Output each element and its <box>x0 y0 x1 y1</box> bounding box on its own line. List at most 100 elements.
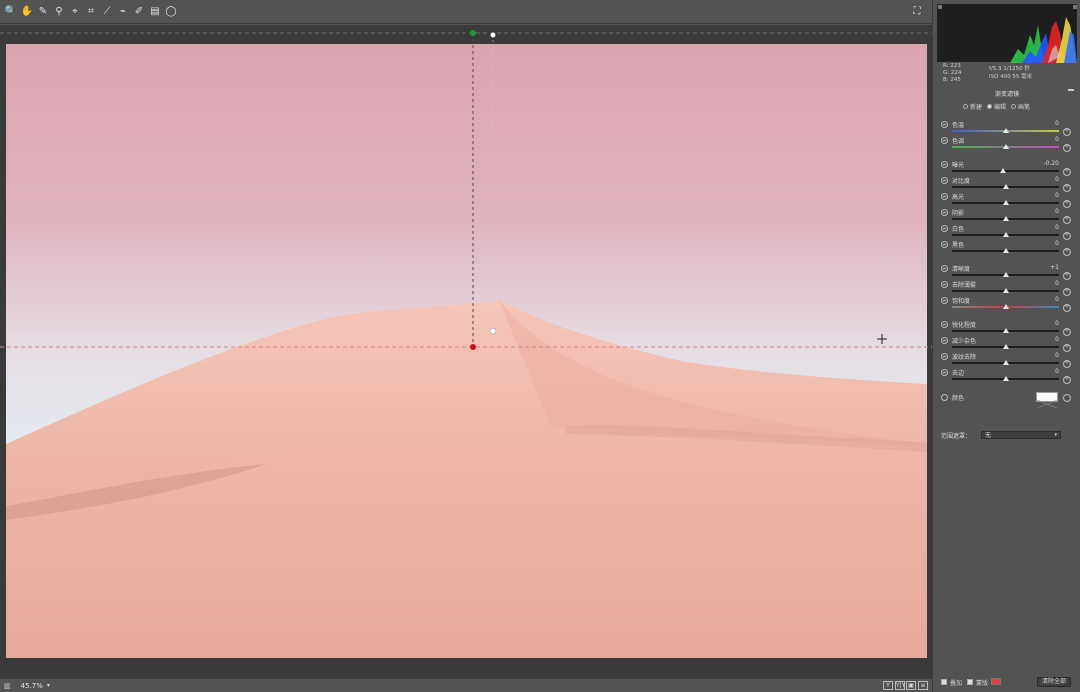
slider-value[interactable]: 0 <box>1029 136 1059 143</box>
slider-value[interactable]: 0 <box>1029 224 1059 231</box>
plus-circle-icon[interactable] <box>1063 286 1071 296</box>
shadow-clipping-icon[interactable] <box>938 5 942 9</box>
graduated-filter-icon[interactable]: ▤ <box>148 5 162 19</box>
minus-circle-icon[interactable] <box>941 241 948 248</box>
slider-thumb[interactable] <box>1002 232 1009 237</box>
hand-tool-icon[interactable]: ✋ <box>20 5 34 19</box>
preview-canvas[interactable] <box>0 25 932 678</box>
plus-circle-icon[interactable] <box>1063 230 1071 240</box>
minus-circle-icon[interactable] <box>941 265 948 272</box>
panel-menu-icon[interactable] <box>1068 89 1074 93</box>
adjustment-brush-icon[interactable]: ✐ <box>132 5 146 19</box>
radio-icon[interactable] <box>1011 104 1017 109</box>
minus-circle-icon[interactable] <box>941 337 948 344</box>
view-toggle-button[interactable]: Y <box>883 681 893 690</box>
slider-thumb[interactable] <box>1002 360 1009 365</box>
slider-value[interactable]: 0 <box>1029 296 1059 303</box>
mode-option-1[interactable]: 编辑 <box>987 102 1006 111</box>
crop-tool-icon[interactable]: ⌗ <box>84 5 98 19</box>
mode-option-0[interactable]: 新建 <box>963 102 982 111</box>
highlight-clipping-icon[interactable] <box>1073 5 1077 9</box>
slider-value[interactable]: 0 <box>1029 368 1059 375</box>
minus-circle-icon[interactable] <box>941 137 948 144</box>
minus-circle-icon[interactable] <box>941 209 948 216</box>
overlay-checkbox[interactable] <box>941 679 947 685</box>
plus-circle-icon[interactable] <box>1063 142 1071 152</box>
zoom-level[interactable]: 45.7% <box>21 682 43 690</box>
plus-circle-icon[interactable] <box>1063 182 1071 192</box>
slider-thumb[interactable] <box>1002 128 1009 133</box>
slider-thumb[interactable] <box>1002 328 1009 333</box>
slider-thumb[interactable] <box>1002 200 1009 205</box>
plus-circle-icon[interactable] <box>1063 166 1071 176</box>
slider-value[interactable]: 0 <box>1029 280 1059 287</box>
range-mask-select[interactable]: 无 ▾ <box>981 431 1061 439</box>
slider-value[interactable]: 0 <box>1029 336 1059 343</box>
slider-value[interactable]: 0 <box>1029 352 1059 359</box>
color-plus-icon[interactable] <box>1063 394 1071 402</box>
slider-thumb[interactable] <box>1002 272 1009 277</box>
slider-value[interactable]: 0 <box>1029 120 1059 127</box>
minus-circle-icon[interactable] <box>941 193 948 200</box>
slider-thumb[interactable] <box>1002 248 1009 253</box>
plus-circle-icon[interactable] <box>1063 374 1071 384</box>
slider-value[interactable]: 0 <box>1029 320 1059 327</box>
filter-rotate-handle-top[interactable] <box>490 32 496 38</box>
grid-view-icon[interactable]: ▥ <box>4 682 11 690</box>
slider-value[interactable]: -0.20 <box>1029 160 1059 167</box>
filter-end-pin[interactable] <box>470 344 476 350</box>
plus-circle-icon[interactable] <box>1063 270 1071 280</box>
fullscreen-icon[interactable]: ⛶ <box>910 5 924 19</box>
zoom-dropdown-icon[interactable]: ▾ <box>47 682 50 689</box>
minus-circle-icon[interactable] <box>941 161 948 168</box>
filter-rotate-handle-bottom[interactable] <box>489 327 497 335</box>
minus-circle-icon[interactable] <box>941 297 948 304</box>
targeted-adjustment-tool-icon[interactable]: ⌖ <box>68 5 82 19</box>
slider-value[interactable]: 0 <box>1029 208 1059 215</box>
spot-removal-tool-icon[interactable]: ⌁ <box>116 5 130 19</box>
slider-value[interactable]: 0 <box>1029 176 1059 183</box>
plus-circle-icon[interactable] <box>1063 198 1071 208</box>
plus-circle-icon[interactable] <box>1063 126 1071 136</box>
filter-start-pin[interactable] <box>470 30 476 36</box>
mode-option-2[interactable]: 画笔 <box>1011 102 1030 111</box>
straighten-tool-icon[interactable]: ⟋ <box>100 5 114 19</box>
plus-circle-icon[interactable] <box>1063 246 1071 256</box>
clear-all-button[interactable]: 清除全部 <box>1037 677 1071 687</box>
before-after-button[interactable]: Y|Y <box>895 681 905 690</box>
slider-thumb[interactable] <box>1000 168 1007 173</box>
preview-preferences-button[interactable]: ≡ <box>918 681 928 690</box>
color-sampler-tool-icon[interactable]: ⚲ <box>52 5 66 19</box>
radio-icon[interactable] <box>987 104 993 109</box>
plus-circle-icon[interactable] <box>1063 326 1071 336</box>
color-minus-icon[interactable] <box>941 394 948 401</box>
slider-thumb[interactable] <box>1002 376 1009 381</box>
minus-circle-icon[interactable] <box>941 353 948 360</box>
mask-checkbox[interactable] <box>967 679 973 685</box>
slider-value[interactable]: +1 <box>1029 264 1059 271</box>
minus-circle-icon[interactable] <box>941 281 948 288</box>
minus-circle-icon[interactable] <box>941 369 948 376</box>
minus-circle-icon[interactable] <box>941 225 948 232</box>
plus-circle-icon[interactable] <box>1063 214 1071 224</box>
minus-circle-icon[interactable] <box>941 321 948 328</box>
radio-icon[interactable] <box>963 104 968 109</box>
zoom-tool-icon[interactable]: 🔍 <box>4 5 18 19</box>
slider-thumb[interactable] <box>1002 144 1009 149</box>
mask-color-swatch[interactable] <box>991 678 1001 685</box>
plus-circle-icon[interactable] <box>1063 302 1071 312</box>
slider-value[interactable]: 0 <box>1029 192 1059 199</box>
slider-thumb[interactable] <box>1002 304 1009 309</box>
swap-settings-button[interactable]: ▣ <box>906 681 916 690</box>
white-balance-tool-icon[interactable]: ✎ <box>36 5 50 19</box>
minus-circle-icon[interactable] <box>941 121 948 128</box>
radial-filter-icon[interactable]: ◯ <box>164 5 178 19</box>
minus-circle-icon[interactable] <box>941 177 948 184</box>
color-swatch[interactable] <box>1036 392 1058 409</box>
graduated-filter-overlay[interactable] <box>0 25 932 678</box>
slider-thumb[interactable] <box>1002 344 1009 349</box>
slider-value[interactable]: 0 <box>1029 240 1059 247</box>
plus-circle-icon[interactable] <box>1063 342 1071 352</box>
plus-circle-icon[interactable] <box>1063 358 1071 368</box>
slider-thumb[interactable] <box>1002 288 1009 293</box>
